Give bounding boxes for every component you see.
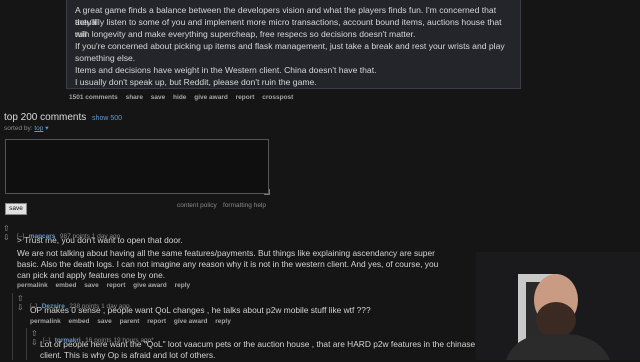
report-link[interactable]: report (236, 94, 255, 101)
post-body: A great game finds a balance between the… (66, 0, 521, 89)
comment-actions: permalink embed save parent report give … (30, 318, 237, 325)
sort-dropdown[interactable]: top (34, 125, 43, 132)
formatting-help-link[interactable]: formatting help (223, 202, 266, 209)
comment-text-line: Lot of people here want the "QoL" loot v… (40, 339, 476, 349)
comments-link[interactable]: 1501 comments (69, 94, 118, 101)
reply-link[interactable]: reply (175, 282, 191, 289)
post-actions: 1501 comments share save hide give award… (69, 94, 299, 101)
save-link[interactable]: save (97, 318, 111, 325)
downvote-icon[interactable]: ⇩ (17, 304, 24, 312)
permalink-link[interactable]: permalink (30, 318, 61, 325)
downvote-icon[interactable]: ⇩ (3, 234, 10, 242)
report-link[interactable]: report (107, 282, 126, 289)
share-link[interactable]: share (126, 94, 143, 101)
give-award-link[interactable]: give award (174, 318, 208, 325)
crosspost-link[interactable]: crosspost (262, 94, 293, 101)
embed-link[interactable]: embed (56, 282, 77, 289)
parent-link[interactable]: parent (120, 318, 140, 325)
reply-link[interactable]: reply (215, 318, 231, 325)
comment-actions: permalink embed save report give award r… (17, 282, 196, 289)
comments-title: top 200 comments (4, 112, 87, 123)
post-text-line: ruin longevity and make everything super… (75, 29, 416, 39)
upvote-icon[interactable]: ⇧ (3, 225, 10, 233)
upvote-icon[interactable]: ⇧ (17, 295, 24, 303)
comment-quote: > Trust me, you don't want to open that … (17, 235, 183, 245)
post-text-line: Items and decisions have weight in the W… (75, 65, 377, 75)
hide-link[interactable]: hide (173, 94, 186, 101)
give-award-link[interactable]: give award (133, 282, 167, 289)
comment-text-line: We are not talking about having all the … (17, 248, 435, 258)
content-policy-link[interactable]: content policy (177, 202, 217, 209)
chevron-down-icon[interactable]: ▾ (45, 125, 48, 132)
comment-text-line: OP makes 0 sense , people want QoL chang… (30, 305, 371, 315)
downvote-icon[interactable]: ⇩ (31, 339, 38, 347)
show-500-link[interactable]: show 500 (92, 115, 122, 122)
comment-textarea[interactable] (5, 139, 269, 194)
report-link[interactable]: report (147, 318, 166, 325)
comments-header: top 200 comments show 500 (4, 112, 122, 123)
upvote-icon[interactable]: ⇧ (31, 330, 38, 338)
thread-line (26, 328, 27, 360)
embed-link[interactable]: embed (69, 318, 90, 325)
thread-line (12, 293, 13, 360)
post-text-line: I usually don't speak up, but Reddit, pl… (75, 77, 317, 87)
post-text-line: something else. (75, 53, 136, 63)
sort-control: sorted by: top ▾ (4, 124, 48, 132)
resize-handle-icon[interactable] (264, 189, 270, 195)
save-link[interactable]: save (151, 94, 165, 101)
sorted-by-label: sorted by: (4, 125, 33, 132)
save-button[interactable]: save (5, 203, 27, 215)
webcam-overlay (476, 252, 640, 360)
save-link[interactable]: save (84, 282, 98, 289)
permalink-link[interactable]: permalink (17, 282, 48, 289)
post-text-line: If you're concerned about picking up ite… (75, 41, 505, 51)
streamer-image (476, 252, 640, 360)
give-award-link[interactable]: give award (194, 94, 228, 101)
comment-text-line: can pick and apply features one by one. (17, 270, 166, 280)
comment-text-line: basic. Also the death logs. I can not im… (17, 259, 439, 269)
